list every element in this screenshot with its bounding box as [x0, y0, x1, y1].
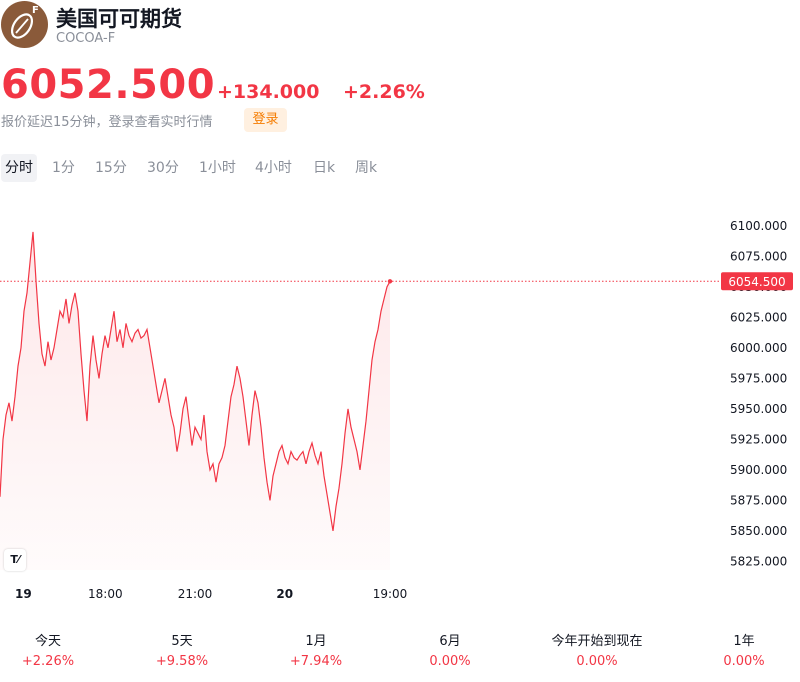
y-tick-label: 5875.000 [730, 493, 787, 507]
perf-6month[interactable]: 6月 0.00% [390, 632, 510, 672]
x-tick-label: 21:00 [178, 587, 213, 601]
last-price-dot [387, 279, 393, 284]
perf-label: 6月 [439, 634, 461, 649]
y-tick-label: 5900.000 [730, 463, 787, 477]
perf-value: +9.58% [155, 654, 209, 669]
perf-value: 0.00% [576, 654, 618, 669]
price-chart[interactable]: 6100.0006075.0006050.0006025.0006000.000… [0, 190, 800, 610]
perf-label: 今年开始到现在 [551, 634, 643, 649]
delay-note: 报价延迟15分钟，登录查看实时行情 [1, 115, 213, 130]
y-tick-label: 5825.000 [730, 554, 787, 568]
y-tick-label: 6075.000 [730, 249, 787, 263]
instrument-name: 美国可可期货 [56, 7, 182, 31]
tab-daily[interactable]: 日k [313, 154, 335, 182]
price-change-percent: +2.26% [343, 81, 425, 103]
perf-1year[interactable]: 1年 0.00% [684, 632, 800, 672]
perf-value: 0.00% [723, 654, 765, 669]
tab-1min[interactable]: 1分 [52, 154, 75, 182]
tab-weekly[interactable]: 周k [355, 154, 377, 182]
y-tick-label: 6100.000 [730, 219, 787, 233]
perf-1month[interactable]: 1月 +7.94% [256, 632, 376, 672]
perf-today[interactable]: 今天 +2.26% [0, 632, 108, 672]
tab-4hour[interactable]: 4小时 [255, 154, 292, 182]
interval-tabs: 分时 1分 15分 30分 1小时 4小时 日k 周k [0, 154, 420, 182]
y-tick-label: 5950.000 [730, 402, 787, 416]
cocoa-logo-icon: F [1, 1, 48, 48]
y-tick-label: 5925.000 [730, 432, 787, 446]
y-tick-label: 6025.000 [730, 310, 787, 324]
login-button[interactable]: 登录 [244, 108, 287, 132]
instrument-ticker: COCOA-F [56, 31, 116, 46]
tab-intraday[interactable]: 分时 [1, 154, 37, 182]
perf-5day[interactable]: 5天 +9.58% [122, 632, 242, 672]
last-price-label: 6054.500 [728, 275, 785, 289]
tab-30min[interactable]: 30分 [147, 154, 179, 182]
y-tick-label: 6000.000 [730, 341, 787, 355]
y-tick-label: 5975.000 [730, 371, 787, 385]
tab-1hour[interactable]: 1小时 [199, 154, 236, 182]
perf-value: +2.26% [21, 654, 75, 669]
logo-badge: F [32, 5, 39, 16]
performance-bar: 今天 +2.26% 5天 +9.58% 1月 +7.94% 6月 0.00% 今… [0, 632, 800, 676]
y-tick-label: 5850.000 [730, 524, 787, 538]
tab-15min[interactable]: 15分 [95, 154, 127, 182]
perf-ytd[interactable]: 今年开始到现在 0.00% [537, 632, 657, 672]
header: F 美国可可期货 COCOA-F [0, 0, 800, 52]
perf-label: 1年 [733, 634, 755, 649]
perf-label: 5天 [171, 634, 193, 649]
x-tick-label: 18:00 [88, 587, 123, 601]
perf-label: 今天 [34, 634, 61, 649]
perf-label: 1月 [305, 634, 327, 649]
last-price: 6052.500 [1, 62, 216, 108]
x-tick-label: 19:00 [373, 587, 408, 601]
x-tick-label: 20 [276, 587, 293, 601]
tradingview-logo-icon[interactable]: T⁄ [4, 549, 26, 571]
price-chart-svg: 6100.0006075.0006050.0006025.0006000.000… [0, 219, 793, 601]
perf-value: 0.00% [429, 654, 471, 669]
x-tick-label: 19 [15, 587, 32, 601]
perf-value: +7.94% [289, 654, 343, 669]
price-change: +134.000 [217, 81, 320, 103]
